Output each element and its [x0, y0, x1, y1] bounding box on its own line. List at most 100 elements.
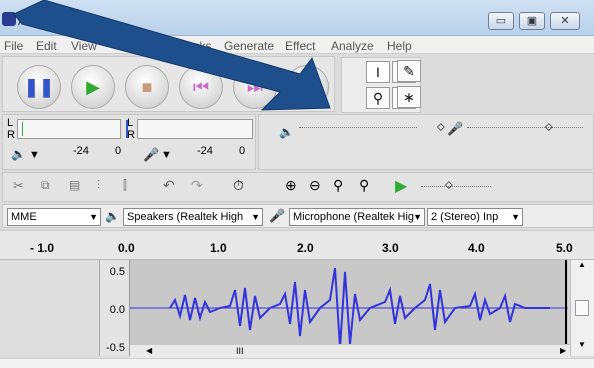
scroll-right-icon[interactable]: ▶ — [560, 346, 566, 355]
chevron-down-icon: ▼ — [251, 212, 260, 222]
ruler-tick: 3.0 — [382, 241, 399, 255]
ruler-tick: 5.0 — [556, 241, 573, 255]
fit-project-icon[interactable]: ⚲ — [359, 177, 369, 194]
minimize-button[interactable]: ▭ — [488, 12, 514, 30]
waveform — [130, 260, 568, 356]
playback-db-label: -24 — [73, 145, 89, 157]
vertical-scrollbar[interactable]: ▲ ▼ — [570, 260, 594, 356]
paste-icon[interactable]: ▤ — [69, 178, 80, 192]
asterisk-icon: ∗ — [403, 89, 415, 105]
menu-view[interactable]: View — [71, 39, 97, 53]
menu-analyze[interactable]: Analyze — [331, 39, 374, 53]
scale-label: -0.5 — [106, 342, 125, 354]
title-bar: Aud ▭ ▣ ✕ — [0, 0, 594, 36]
pause-icon: ❚❚ — [23, 77, 55, 97]
record-zero-label: 0 — [239, 145, 246, 157]
input-volume-icon: 🎤 — [447, 121, 464, 136]
chevron-down-icon: ▼ — [413, 212, 422, 222]
play-icon: ▶ — [86, 77, 100, 97]
playback-device-select[interactable]: Speakers (Realtek High ▼ — [123, 208, 263, 226]
menu-generate[interactable]: Generate — [224, 39, 274, 53]
play-speed-slider[interactable] — [421, 186, 491, 188]
waveform-area[interactable] — [130, 260, 568, 356]
record-db-label: -24 — [197, 145, 213, 157]
audio-track: 0.5 0.0 -0.5 ▲ ▼ — [0, 260, 594, 356]
record-meter-menu[interactable]: ▼ — [161, 149, 172, 161]
scroll-down-icon[interactable]: ▼ — [578, 340, 586, 349]
stop-button[interactable]: ■ — [125, 65, 169, 109]
sync-lock-icon[interactable]: ⏱ — [233, 177, 244, 194]
ruler-tick: 4.0 — [468, 241, 485, 255]
right-channel-label: R — [7, 129, 15, 141]
menu-edit[interactable]: Edit — [36, 39, 57, 53]
channels-select[interactable]: 2 (Stereo) Inp ▼ — [427, 208, 523, 226]
multi-tool[interactable]: ∗ — [397, 86, 421, 108]
left-channel-label: L — [7, 117, 14, 129]
menu-effect[interactable]: Effect — [285, 39, 315, 53]
scroll-up-icon[interactable]: ▲ — [578, 260, 586, 269]
play-speed-thumb[interactable]: ⬦ — [445, 179, 453, 192]
record-button[interactable]: ● — [285, 65, 329, 109]
input-volume-slider[interactable] — [467, 127, 583, 129]
timeline-ruler[interactable]: - 1.0 0.0 1.0 2.0 3.0 4.0 5.0 — [0, 230, 594, 260]
skip-end-icon: ⏭ — [246, 77, 264, 97]
playback-device-value: Speakers (Realtek High — [127, 211, 244, 223]
menu-file[interactable]: File — [4, 39, 23, 53]
horizontal-scrollbar[interactable]: ◀ III ▶ — [130, 344, 570, 358]
horizontal-scroll-thumb[interactable]: III — [236, 346, 244, 356]
scale-label: 0.5 — [109, 266, 125, 278]
play-button[interactable]: ▶ — [71, 65, 115, 109]
menu-bar: File Edit View Tracks Generate Effect An… — [0, 36, 594, 54]
ruler-tick: 2.0 — [297, 241, 314, 255]
redo-icon[interactable]: ↷ — [191, 177, 203, 194]
audacity-window: Aud ▭ ▣ ✕ File Edit View Tracks Generate… — [0, 0, 594, 368]
vertical-scroll-thumb[interactable] — [575, 300, 589, 316]
recording-device-value: Microphone (Realtek Hig — [293, 211, 415, 223]
audio-host-select[interactable]: MME ▼ — [7, 208, 101, 226]
channels-value: 2 (Stereo) Inp — [431, 211, 499, 223]
speaker-icon: 🔈 — [11, 147, 26, 161]
undo-icon[interactable]: ↶ — [163, 177, 175, 194]
play-at-speed-icon[interactable]: ▶ — [395, 176, 407, 196]
speaker-icon: 🔈 — [105, 209, 120, 223]
maximize-button[interactable]: ▣ — [519, 12, 545, 30]
selection-tool[interactable]: I — [366, 61, 390, 83]
output-volume-slider[interactable] — [299, 127, 417, 129]
device-toolbar: MME ▼ 🔈 Speakers (Realtek High ▼ 🎤 Microph… — [2, 204, 594, 228]
cut-icon[interactable]: ✂ — [13, 178, 24, 194]
trim-icon[interactable]: ⫶ — [97, 178, 100, 193]
status-bar — [0, 358, 594, 368]
scroll-left-icon[interactable]: ◀ — [146, 346, 152, 355]
silence-icon[interactable]: ⫿ — [123, 178, 127, 193]
edit-toolbar: ✂ ⧉ ▤ ⫶ ⫿ ↶ ↷ ⏱ ⊕ ⊖ ⚲ ⚲ ▶ ⬦ — [2, 172, 594, 202]
close-button[interactable]: ✕ — [550, 12, 580, 30]
chevron-down-icon: ▼ — [89, 212, 98, 222]
amplitude-scale: 0.5 0.0 -0.5 — [100, 260, 130, 356]
skip-to-end-button[interactable]: ⏭ — [233, 65, 277, 109]
draw-tool[interactable]: ✎ — [397, 60, 421, 82]
ruler-tick: - 1.0 — [30, 241, 55, 255]
recording-device-select[interactable]: Microphone (Realtek Hig ▼ — [289, 208, 425, 226]
mixer-toolbar: 🔈 ⬦ 🎤 ⬦ — [258, 114, 594, 170]
copy-icon[interactable]: ⧉ — [41, 178, 50, 193]
transport-toolbar: ❚❚ ▶ ■ ⏮ ⏭ ● — [2, 56, 335, 112]
menu-tracks[interactable]: Tracks — [176, 39, 212, 53]
microphone-icon: 🎤 — [143, 147, 160, 162]
record-icon: ● — [300, 74, 314, 99]
meter-toolbar: L R L R 🔈 ▼ -24 0 🎤 ▼ -24 0 — [2, 114, 256, 170]
record-meter[interactable] — [126, 119, 253, 139]
zoom-out-icon[interactable]: ⊖ — [309, 177, 321, 194]
playback-meter[interactable] — [17, 119, 121, 139]
output-slider-thumb[interactable]: ⬦ — [437, 121, 445, 134]
zoom-in-icon[interactable]: ⊕ — [285, 177, 297, 194]
menu-help[interactable]: Help — [387, 39, 412, 53]
playback-meter-menu[interactable]: ▼ — [29, 149, 40, 161]
ruler-tick: 0.0 — [118, 241, 135, 255]
fit-selection-icon[interactable]: ⚲ — [333, 177, 343, 194]
skip-to-start-button[interactable]: ⏮ — [179, 65, 223, 109]
zoom-tool[interactable]: ⚲ — [366, 87, 390, 109]
stop-icon: ■ — [141, 77, 153, 97]
input-slider-thumb[interactable]: ⬦ — [545, 121, 553, 134]
track-control-panel[interactable] — [0, 260, 100, 356]
pause-button[interactable]: ❚❚ — [17, 65, 61, 109]
